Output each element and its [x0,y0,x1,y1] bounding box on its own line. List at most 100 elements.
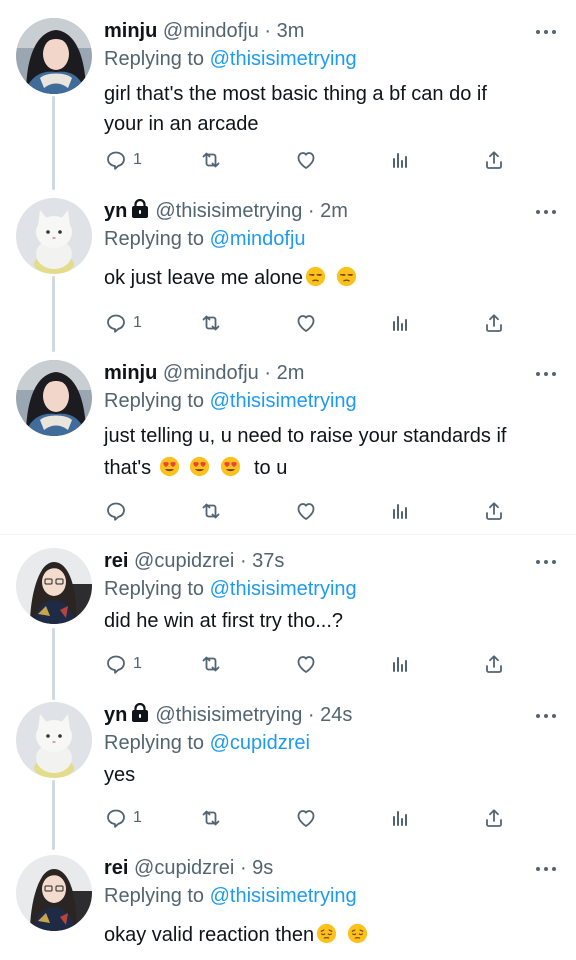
replying-label: Replying to [104,390,205,412]
retweet-button[interactable] [199,805,223,831]
retweet-icon [202,656,220,672]
display-name[interactable]: rei [104,550,128,572]
retweet-button[interactable] [199,310,223,336]
tweet[interactable]: yn @thisisimetrying · 24s Replying to @cu… [0,702,576,834]
display-name[interactable]: rei [104,857,128,879]
timestamp[interactable]: 9s [252,857,273,879]
tweet[interactable]: minju @mindofju · 3m Replying to @thisis… [0,18,576,184]
replying-handle-link[interactable]: @thisisimetrying [210,48,357,70]
share-button[interactable] [482,498,506,524]
heart-eyes-face-icon [189,456,210,477]
user-handle[interactable]: @cupidzrei [134,857,234,879]
tweet[interactable]: minju @mindofju · 2m Replying to @thisis… [0,360,576,532]
views-button[interactable] [388,651,412,677]
replying-label: Replying to [104,885,205,907]
tweet-text: just telling u, u need to raise your sta… [104,420,556,484]
tweet[interactable]: rei @cupidzrei · 9s Replying to @thisisi… [0,855,576,960]
share-button[interactable] [482,147,506,173]
user-handle[interactable]: @cupidzrei [134,550,234,572]
user-handle[interactable]: @thisisimetrying [155,704,302,726]
more-options-icon[interactable] [536,28,556,36]
more-options-icon[interactable] [536,558,556,566]
replying-to: Replying to @thisisimetrying [104,46,357,72]
share-button[interactable] [482,651,506,677]
avatar[interactable] [16,702,92,778]
replying-label: Replying to [104,48,205,70]
avatar[interactable] [16,360,92,436]
timestamp[interactable]: 37s [252,550,284,572]
user-handle[interactable]: @mindofju [163,362,259,384]
tweet-text: girl that's the most basic thing a bf ca… [104,79,556,139]
avatar[interactable] [16,198,92,274]
tweet-text-body: did he win at first try tho...? [104,610,343,632]
heart-icon [297,503,315,520]
tweet-text: okay valid reaction then [104,920,556,950]
timestamp[interactable]: 2m [277,362,305,384]
divider [0,534,576,535]
bar-chart-icon [393,504,407,519]
user-handle[interactable]: @thisisimetrying [155,200,302,222]
timestamp[interactable]: 2m [320,200,348,222]
separator-dot: · [264,20,272,42]
tweet[interactable]: yn @thisisimetrying · 2m Replying to @min… [0,198,576,348]
like-button[interactable] [294,498,318,524]
reply-button[interactable] [104,498,128,524]
reply-button[interactable]: 1 [104,805,142,831]
views-button[interactable] [388,310,412,336]
retweet-icon [202,152,220,168]
tweet-text-body: yes [104,764,136,786]
timestamp[interactable]: 3m [277,20,305,42]
more-options-icon[interactable] [536,865,556,873]
replying-label: Replying to [104,578,205,600]
reply-button[interactable]: 1 [104,147,142,173]
like-button[interactable] [294,147,318,173]
retweet-button[interactable] [199,147,223,173]
display-name[interactable]: minju [104,362,157,384]
timestamp[interactable]: 24s [320,704,352,726]
retweet-icon [202,503,220,519]
bar-chart-icon [393,153,407,168]
replying-to: Replying to @thisisimetrying [104,576,357,602]
share-button[interactable] [482,310,506,336]
avatar[interactable] [16,855,92,931]
replying-handle-link[interactable]: @thisisimetrying [210,390,357,412]
reply-button[interactable]: 1 [104,310,142,336]
replying-handle-link[interactable]: @cupidzrei [210,732,310,754]
display-name[interactable]: yn [104,200,127,222]
tweet-text: did he win at first try tho...? [104,606,556,636]
replying-handle-link[interactable]: @thisisimetrying [210,885,357,907]
replying-handle-link[interactable]: @thisisimetrying [210,578,357,600]
avatar[interactable] [16,548,92,624]
display-name[interactable]: minju [104,20,157,42]
heart-icon [297,810,315,827]
views-button[interactable] [388,147,412,173]
share-icon [486,809,502,827]
retweet-icon [202,810,220,826]
separator-dot: · [264,362,272,384]
views-button[interactable] [388,498,412,524]
tweet-header: minju @mindofju · 3m [104,18,536,44]
tweet[interactable]: rei @cupidzrei · 37s Replying to @thisis… [0,548,576,680]
like-button[interactable] [294,651,318,677]
replying-handle-link[interactable]: @mindofju [210,228,306,250]
reply-button[interactable]: 1 [104,651,142,677]
more-options-icon[interactable] [536,370,556,378]
heart-eyes-face-icon [220,456,241,477]
more-options-icon[interactable] [536,712,556,720]
tweet-text-line: just telling u, u need to raise your sta… [104,425,507,447]
share-button[interactable] [482,805,506,831]
retweet-button[interactable] [199,651,223,677]
more-options-icon[interactable] [536,208,556,216]
retweet-button[interactable] [199,498,223,524]
heart-icon [297,656,315,673]
display-name[interactable]: yn [104,704,127,726]
user-handle[interactable]: @mindofju [163,20,259,42]
views-button[interactable] [388,805,412,831]
action-bar: 1 [104,310,504,336]
like-button[interactable] [294,805,318,831]
separator-dot: · [307,704,315,726]
replying-to: Replying to @thisisimetrying [104,388,357,414]
like-button[interactable] [294,310,318,336]
share-icon [486,502,502,520]
avatar[interactable] [16,18,92,94]
